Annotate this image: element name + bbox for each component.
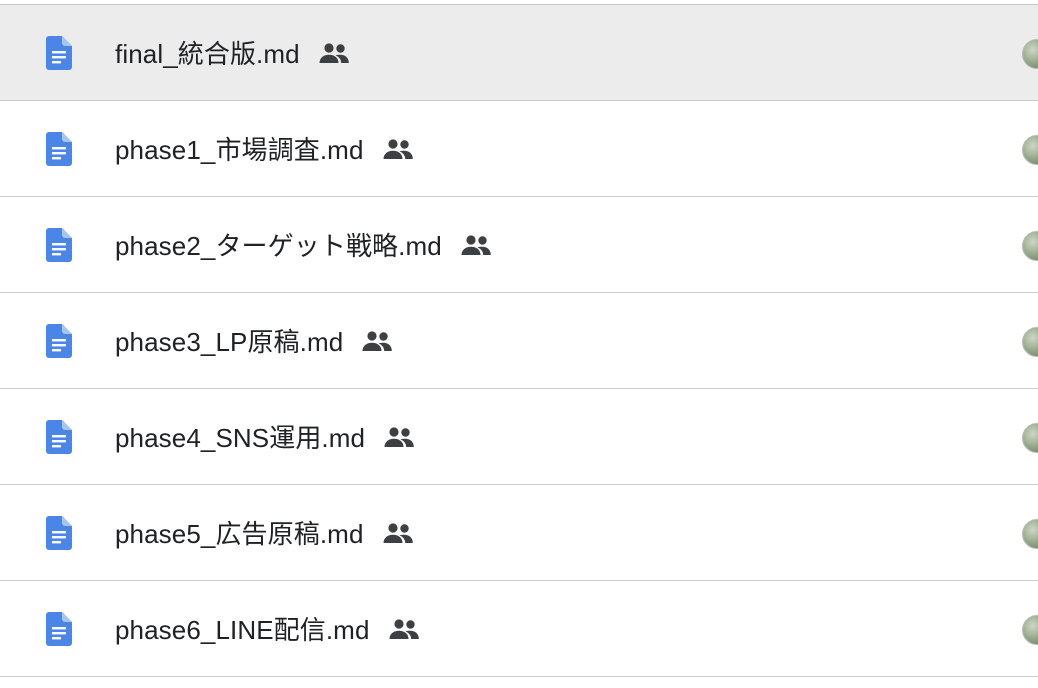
file-name[interactable]: phase1_市場調査.md [115,130,364,167]
avatar[interactable] [1022,518,1038,549]
file-name-wrap: phase3_LP原稿.md [115,293,393,388]
file-name[interactable]: phase6_LINE配信.md [115,610,370,647]
people-icon [382,522,414,544]
avatar[interactable] [1022,614,1038,645]
avatar[interactable] [1022,422,1038,453]
avatar[interactable] [1022,230,1038,261]
google-docs-icon [46,419,72,454]
google-docs-icon [46,131,72,166]
file-row[interactable]: phase4_SNS運用.md [0,389,1038,485]
file-row[interactable]: phase2_ターゲット戦略.md [0,197,1038,293]
file-row[interactable]: final_統合版.md [0,5,1038,101]
avatar[interactable] [1022,326,1038,357]
people-icon [318,42,350,64]
google-docs-icon [46,35,72,70]
people-icon [460,234,492,256]
file-row[interactable]: phase5_広告原稿.md [0,485,1038,581]
google-docs-icon [46,515,72,550]
google-docs-icon [46,227,72,262]
people-icon [361,330,393,352]
file-name-wrap: phase1_市場調査.md [115,101,414,196]
file-name[interactable]: phase5_広告原稿.md [115,514,364,551]
people-icon [388,618,420,640]
file-name-wrap: phase6_LINE配信.md [115,581,420,676]
file-name-wrap: final_統合版.md [115,5,350,100]
people-icon [382,138,414,160]
avatar[interactable] [1022,134,1038,165]
file-row[interactable]: phase6_LINE配信.md [0,581,1038,677]
file-name[interactable]: phase4_SNS運用.md [115,418,365,455]
file-name[interactable]: phase3_LP原稿.md [115,322,343,359]
file-name-wrap: phase5_広告原稿.md [115,485,414,580]
google-docs-icon [46,611,72,646]
file-row[interactable]: phase3_LP原稿.md [0,293,1038,389]
people-icon [383,426,415,448]
file-name-wrap: phase2_ターゲット戦略.md [115,197,492,292]
file-name-wrap: phase4_SNS運用.md [115,389,415,484]
file-name[interactable]: phase2_ターゲット戦略.md [115,226,442,263]
file-name[interactable]: final_統合版.md [115,34,300,71]
file-list: final_統合版.md phase1_市場調査.md phase2_ターゲット… [0,4,1038,677]
google-docs-icon [46,323,72,358]
file-row[interactable]: phase1_市場調査.md [0,101,1038,197]
avatar[interactable] [1022,38,1038,69]
